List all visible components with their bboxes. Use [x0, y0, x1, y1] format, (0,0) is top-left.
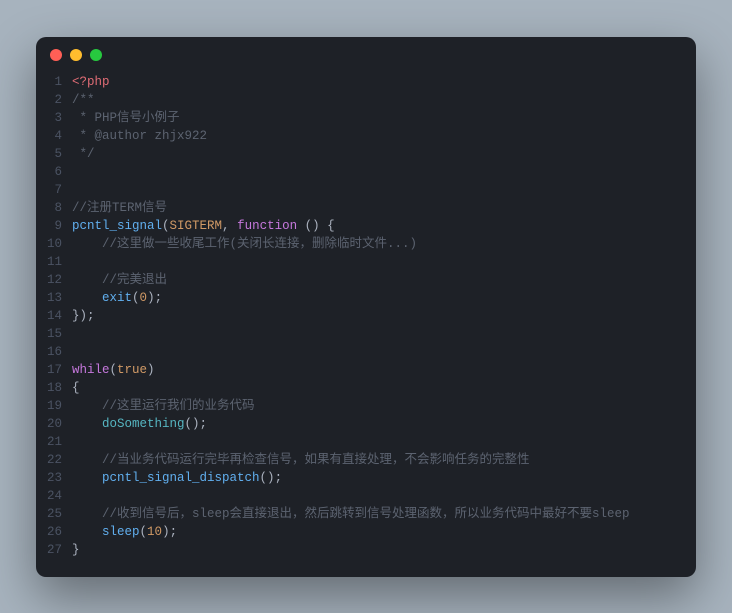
code-line: <?php: [72, 73, 682, 91]
window-titlebar: [36, 37, 696, 73]
code-line: [72, 343, 682, 361]
close-icon[interactable]: [50, 49, 62, 61]
code-line: exit(0);: [72, 289, 682, 307]
line-number: 4: [44, 127, 62, 145]
code-line: pcntl_signal_dispatch();: [72, 469, 682, 487]
code-content: <?php/** * PHP信号小例子 * @author zhjx922 */…: [72, 73, 682, 559]
code-window: 1234567891011121314151617181920212223242…: [36, 37, 696, 577]
line-number: 20: [44, 415, 62, 433]
code-editor: 1234567891011121314151617181920212223242…: [36, 73, 696, 559]
line-number-gutter: 1234567891011121314151617181920212223242…: [44, 73, 72, 559]
code-line: //当业务代码运行完毕再检查信号，如果有直接处理，不会影响任务的完整性: [72, 451, 682, 469]
line-number: 24: [44, 487, 62, 505]
code-line: {: [72, 379, 682, 397]
line-number: 12: [44, 271, 62, 289]
code-line: [72, 253, 682, 271]
code-line: pcntl_signal(SIGTERM, function () {: [72, 217, 682, 235]
line-number: 17: [44, 361, 62, 379]
line-number: 27: [44, 541, 62, 559]
code-line: [72, 433, 682, 451]
line-number: 22: [44, 451, 62, 469]
line-number: 9: [44, 217, 62, 235]
code-line: //这里做一些收尾工作(关闭长连接，删除临时文件...): [72, 235, 682, 253]
line-number: 14: [44, 307, 62, 325]
line-number: 15: [44, 325, 62, 343]
line-number: 18: [44, 379, 62, 397]
code-line: [72, 487, 682, 505]
code-line: sleep(10);: [72, 523, 682, 541]
code-line: //收到信号后，sleep会直接退出，然后跳转到信号处理函数，所以业务代码中最好…: [72, 505, 682, 523]
line-number: 21: [44, 433, 62, 451]
line-number: 1: [44, 73, 62, 91]
line-number: 19: [44, 397, 62, 415]
line-number: 26: [44, 523, 62, 541]
maximize-icon[interactable]: [90, 49, 102, 61]
line-number: 8: [44, 199, 62, 217]
code-line: * PHP信号小例子: [72, 109, 682, 127]
code-line: [72, 325, 682, 343]
line-number: 25: [44, 505, 62, 523]
code-line: [72, 163, 682, 181]
line-number: 11: [44, 253, 62, 271]
code-line: doSomething();: [72, 415, 682, 433]
code-line: * @author zhjx922: [72, 127, 682, 145]
line-number: 3: [44, 109, 62, 127]
line-number: 10: [44, 235, 62, 253]
line-number: 6: [44, 163, 62, 181]
line-number: 5: [44, 145, 62, 163]
line-number: 2: [44, 91, 62, 109]
line-number: 7: [44, 181, 62, 199]
line-number: 13: [44, 289, 62, 307]
code-line: /**: [72, 91, 682, 109]
code-line: */: [72, 145, 682, 163]
code-line: [72, 181, 682, 199]
minimize-icon[interactable]: [70, 49, 82, 61]
code-line: }: [72, 541, 682, 559]
code-line: //完美退出: [72, 271, 682, 289]
line-number: 16: [44, 343, 62, 361]
code-line: //注册TERM信号: [72, 199, 682, 217]
code-line: });: [72, 307, 682, 325]
line-number: 23: [44, 469, 62, 487]
code-line: //这里运行我们的业务代码: [72, 397, 682, 415]
code-line: while(true): [72, 361, 682, 379]
